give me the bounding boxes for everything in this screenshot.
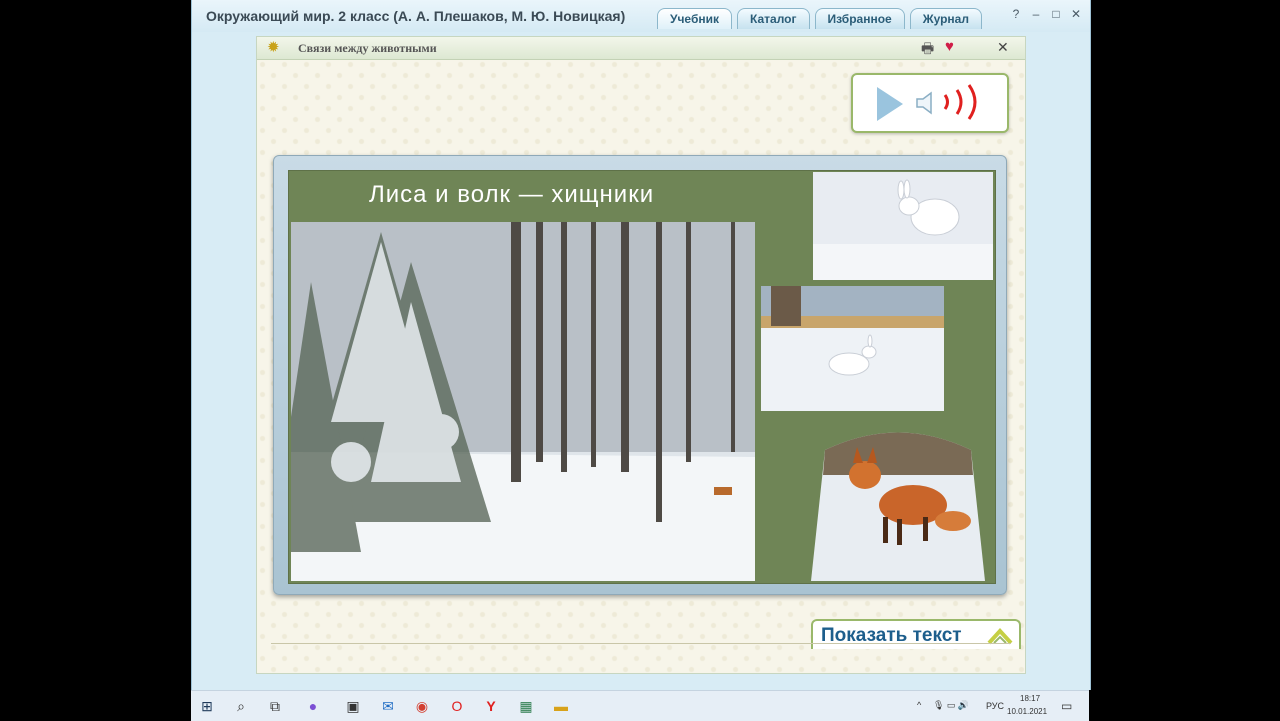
store-icon[interactable]: ▣ — [343, 696, 363, 716]
show-text-button[interactable]: Показать текст — [811, 619, 1021, 649]
panel-divider — [271, 643, 1011, 644]
app-icon[interactable]: ▦ — [516, 696, 536, 716]
tab-favorites[interactable]: Избранное — [814, 8, 905, 29]
clock-date[interactable]: 10.01.2021 — [1007, 707, 1047, 716]
slide-frame: Лиса и волк — хищники — [273, 155, 1007, 595]
speaker-icon — [916, 91, 932, 115]
clock-time[interactable]: 18:17 — [1020, 694, 1040, 703]
taskbar: ⊞ ⌕ ⧉ ● ▣ ✉ ◉ O Y ▦ ▬ ^ 🎙 ▭ 🔊 РУС 18:17 … — [191, 690, 1089, 721]
fox-photo — [811, 432, 985, 581]
app-window: Окружающий мир. 2 класс (А. А. Плешаков,… — [191, 0, 1091, 690]
task-view-icon[interactable]: ⧉ — [265, 696, 285, 716]
sound-waves-icon — [943, 84, 977, 120]
tab-journal[interactable]: Журнал — [909, 8, 982, 29]
slide-title: Лиса и волк — хищники — [369, 181, 655, 208]
chrome-icon[interactable]: ◉ — [412, 696, 432, 716]
hare-photo — [761, 286, 944, 411]
app-title: Окружающий мир. 2 класс (А. А. Плешаков,… — [206, 8, 626, 24]
forest-photo — [291, 222, 755, 581]
maximize-button[interactable]: □ — [1048, 6, 1064, 22]
tab-catalog[interactable]: Каталог — [737, 8, 810, 29]
printer-icon[interactable]: 🖶 — [921, 40, 937, 56]
tray-chevron-icon[interactable]: ^ — [917, 700, 921, 710]
title-bar: Окружающий мир. 2 класс (А. А. Плешаков,… — [192, 0, 1090, 32]
opera-icon[interactable]: O — [447, 696, 467, 716]
minimize-button[interactable]: ‒ — [1028, 6, 1044, 22]
explorer-icon[interactable]: ▬ — [551, 696, 571, 716]
hare-photo — [813, 172, 993, 280]
tray-icons[interactable]: 🎙 ▭ 🔊 — [933, 700, 969, 711]
window-controls: ? ‒ □ ✕ — [1008, 6, 1084, 22]
yandex-icon[interactable]: Y — [481, 696, 501, 716]
windows-icon[interactable]: ⊞ — [197, 696, 217, 716]
top-tabs: Учебник Каталог Избранное Журнал — [657, 8, 982, 29]
audio-player — [851, 73, 1009, 133]
lesson-panel: ✹ Связи между животными 🖶 ♥ ✕ Лиса и вол… — [256, 36, 1026, 674]
mail-icon[interactable]: ✉ — [378, 696, 398, 716]
heart-icon[interactable]: ♥ — [945, 39, 961, 55]
close-icon[interactable]: ✕ — [997, 39, 1013, 55]
language-indicator[interactable]: РУС — [986, 701, 1004, 711]
close-window-button[interactable]: ✕ — [1068, 6, 1084, 22]
cortana-icon[interactable]: ● — [303, 696, 323, 716]
notifications-icon[interactable]: ▭ — [1061, 699, 1072, 713]
slide: Лиса и волк — хищники — [288, 170, 996, 584]
search-icon[interactable]: ⌕ — [231, 696, 251, 716]
tab-textbook[interactable]: Учебник — [657, 8, 732, 29]
help-button[interactable]: ? — [1008, 6, 1024, 22]
sun-icon: ✹ — [267, 39, 280, 56]
play-icon[interactable] — [877, 87, 903, 121]
panel-header: ✹ Связи между животными 🖶 ♥ ✕ — [257, 37, 1025, 60]
panel-title: Связи между животными — [298, 41, 437, 55]
